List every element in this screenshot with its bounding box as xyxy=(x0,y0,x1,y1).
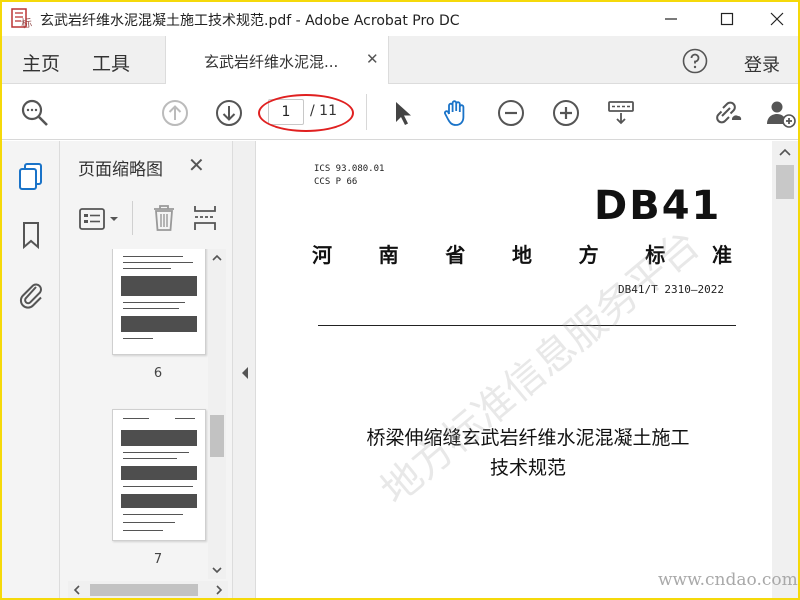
scroll-down-icon[interactable] xyxy=(208,561,226,579)
app-window: 标 玄武岩纤维水泥混凝土施工技术规范.pdf - Adobe Acrobat P… xyxy=(0,0,800,600)
close-tab-icon[interactable]: ✕ xyxy=(366,50,379,68)
previous-page-icon[interactable] xyxy=(160,98,190,128)
minimize-icon xyxy=(665,18,677,20)
select-tool-icon[interactable] xyxy=(388,98,418,128)
document-title-line1: 桥梁伸缩缝玄武岩纤维水泥混凝土施工 xyxy=(366,427,690,449)
site-watermark: www.cndao.com xyxy=(658,570,798,590)
header-rule xyxy=(318,325,736,326)
standard-char: 地 xyxy=(511,243,532,267)
title-bar: 标 玄武岩纤维水泥混凝土施工技术规范.pdf - Adobe Acrobat P… xyxy=(2,2,798,36)
thumbnail-options-icon[interactable] xyxy=(78,205,126,233)
maximize-icon xyxy=(720,12,734,26)
document-tab-label: 玄武岩纤维水泥混... xyxy=(204,53,339,71)
document-view[interactable]: ICS 93.080.01 CCS P 66 DB41 河 南 省 地 方 标 … xyxy=(256,141,772,598)
thumbnails-panel: 页面缩略图 ✕ 6 7 xyxy=(60,141,232,599)
zoom-out-icon[interactable] xyxy=(496,98,526,128)
thumbnails-panel-title: 页面缩略图 xyxy=(78,160,163,180)
maximize-button[interactable] xyxy=(704,2,750,36)
thumbnail-hscroll-thumb[interactable] xyxy=(90,584,198,596)
next-page-icon[interactable] xyxy=(214,98,244,128)
insert-page-icon[interactable] xyxy=(192,203,218,233)
zoom-in-icon[interactable] xyxy=(551,98,581,128)
share-link-icon[interactable] xyxy=(710,98,744,128)
tab-tools[interactable]: 工具 xyxy=(92,49,130,76)
thumbnail-list: 6 7 xyxy=(68,249,214,579)
attachment-icon[interactable] xyxy=(16,277,46,309)
thumbnail-page-number: 6 xyxy=(153,366,163,381)
tab-document[interactable]: 玄武岩纤维水泥混... ✕ xyxy=(165,36,389,84)
minimize-button[interactable] xyxy=(648,2,694,36)
standard-char: 南 xyxy=(378,243,399,267)
thumbnails-toolbar xyxy=(68,199,228,239)
standard-char: 方 xyxy=(578,243,599,267)
help-icon[interactable] xyxy=(682,48,708,74)
thumbnail-page[interactable] xyxy=(112,409,206,541)
thumbnails-toolbar-divider xyxy=(132,201,133,235)
document-vertical-scrollbar[interactable] xyxy=(772,141,798,598)
hand-tool-icon[interactable] xyxy=(440,98,470,128)
left-rail xyxy=(2,141,60,598)
scroll-left-icon[interactable] xyxy=(68,581,86,599)
thumbnail-scroll-thumb[interactable] xyxy=(210,415,224,457)
delete-page-icon[interactable] xyxy=(150,203,178,233)
annotation-ellipse xyxy=(258,94,354,132)
scroll-right-icon[interactable] xyxy=(210,581,228,599)
scroll-up-icon[interactable] xyxy=(208,249,226,267)
logo-text: 标 xyxy=(20,16,33,31)
toolbar-divider xyxy=(366,94,367,130)
tab-home[interactable]: 主页 xyxy=(22,49,60,76)
toolbar: 1 / 11 xyxy=(2,84,798,140)
standard-char: 省 xyxy=(445,243,466,267)
login-button[interactable]: 登录 xyxy=(744,51,780,77)
ics-code-block: ICS 93.080.01 CCS P 66 xyxy=(314,163,384,189)
standard-char: 河 xyxy=(312,243,332,267)
search-icon[interactable] xyxy=(20,98,50,128)
standard-logo: DB41 xyxy=(594,183,722,229)
window-title: 玄武岩纤维水泥混凝土施工技术规范.pdf - Adobe Acrobat Pro… xyxy=(40,13,460,29)
close-icon xyxy=(770,12,784,26)
standard-char: 准 xyxy=(711,243,732,267)
doc-scroll-thumb[interactable] xyxy=(776,165,794,199)
page-thumbnails-icon[interactable] xyxy=(16,161,46,193)
thumbnail-page-number: 7 xyxy=(153,552,163,567)
thumbnail-page[interactable] xyxy=(112,249,206,355)
close-panel-icon[interactable]: ✕ xyxy=(188,153,205,177)
close-window-button[interactable] xyxy=(754,2,798,36)
bookmark-icon[interactable] xyxy=(16,219,46,251)
app-logo-icon: 标 xyxy=(10,7,36,31)
collapse-arrow-icon[interactable] xyxy=(240,365,250,381)
scroll-mode-icon[interactable] xyxy=(606,98,636,128)
tab-bar: 主页 工具 玄武岩纤维水泥混... ✕ 登录 xyxy=(2,36,798,84)
thumbnail-vertical-scrollbar[interactable] xyxy=(208,249,226,579)
doc-scroll-up-icon[interactable] xyxy=(776,143,794,161)
ics-code: ICS 93.080.01 xyxy=(314,164,385,174)
ccs-code: CCS P 66 xyxy=(314,177,358,187)
thumbnail-horizontal-scrollbar[interactable] xyxy=(68,581,228,599)
panel-collapse-strip[interactable] xyxy=(232,141,256,598)
add-user-icon[interactable] xyxy=(764,98,798,128)
